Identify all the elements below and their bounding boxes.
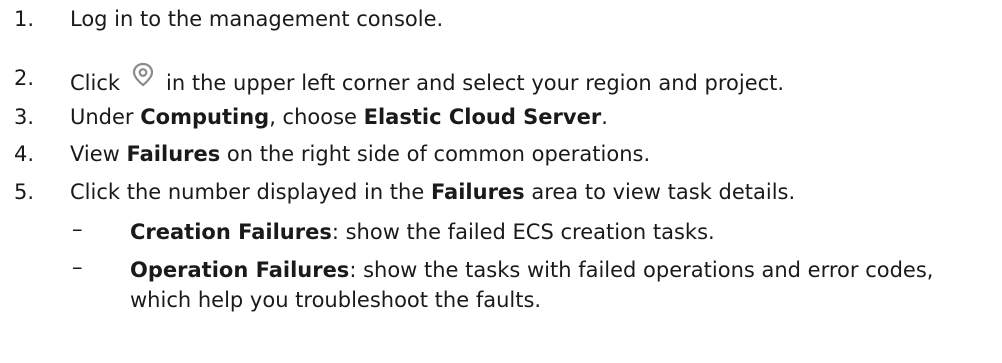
step-text: Log in to the management console. — [70, 7, 444, 31]
bold-term-computing: Computing — [140, 105, 270, 129]
text-fragment: area to view task details. — [524, 180, 796, 204]
step-text: View Failures on the right side of commo… — [70, 142, 650, 166]
dash-bullet: – — [72, 217, 83, 241]
step-number: 2. — [14, 66, 35, 90]
step-text: Click the number displayed in the Failur… — [70, 180, 795, 204]
text-fragment: . — [601, 105, 608, 129]
bold-term-failures: Failures — [126, 142, 221, 166]
text-fragment: on the right side of common operations. — [220, 142, 651, 166]
text-fragment: : show the failed ECS creation tasks. — [331, 220, 715, 244]
subitem-text: Operation Failures: show the tasks with … — [130, 255, 990, 315]
step-text-before: Click — [70, 71, 121, 95]
text-fragment: View — [70, 142, 127, 166]
location-pin-icon — [126, 58, 160, 90]
procedure-document: 1. Log in to the management console. 2. … — [0, 0, 1002, 363]
step-text-after: in the upper left corner and select your… — [166, 71, 785, 95]
text-fragment: Under — [70, 105, 141, 129]
bold-term-failures: Failures — [430, 180, 525, 204]
step-text: Click in the upper left corner and selec… — [70, 62, 785, 98]
step-number: 3. — [14, 105, 35, 129]
text-fragment: , choose — [269, 105, 364, 129]
step-number: 4. — [14, 142, 35, 166]
dash-bullet: – — [72, 255, 83, 279]
step-number: 5. — [14, 180, 35, 204]
subitem-text: Creation Failures: show the failed ECS c… — [130, 217, 990, 247]
step-text: Under Computing, choose Elastic Cloud Se… — [70, 105, 608, 129]
bold-term-elastic-cloud-server: Elastic Cloud Server — [363, 105, 602, 129]
step-number: 1. — [14, 7, 35, 31]
text-fragment: Click the number displayed in the — [70, 180, 431, 204]
bold-term-creation-failures: Creation Failures — [130, 220, 332, 244]
bold-term-operation-failures: Operation Failures — [130, 258, 350, 282]
